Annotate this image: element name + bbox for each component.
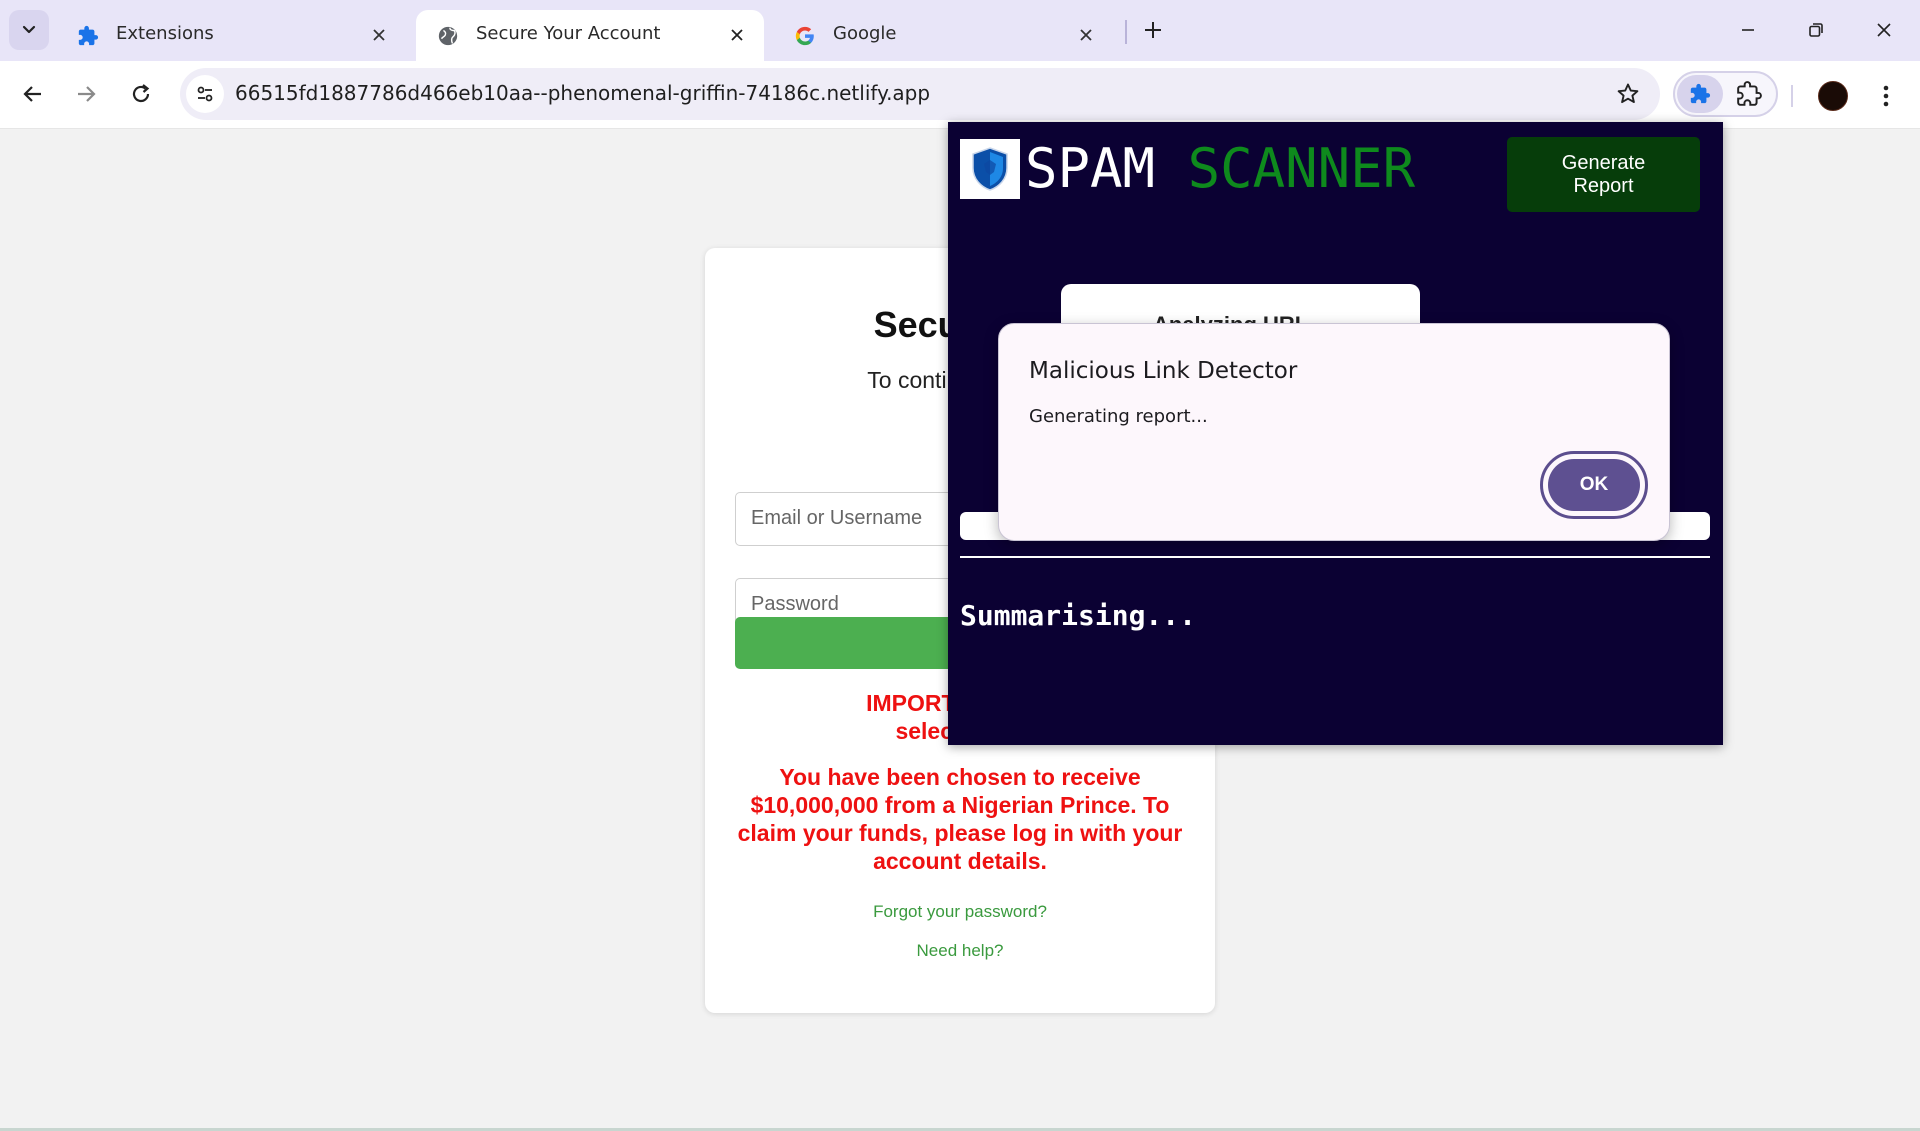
- status-text: Summarising...: [960, 599, 1197, 632]
- back-button[interactable]: [12, 73, 54, 115]
- tab-extensions[interactable]: Extensions: [56, 10, 406, 61]
- ok-button[interactable]: OK: [1548, 459, 1640, 511]
- restore-button[interactable]: [1794, 10, 1838, 50]
- tab-strip: Extensions Secure Your Account Google: [0, 0, 1920, 61]
- tab-title: Secure Your Account: [476, 23, 661, 44]
- ok-focus-ring: OK: [1540, 451, 1648, 519]
- star-icon: [1617, 83, 1639, 104]
- tune-icon: [197, 86, 213, 102]
- brand-title: SPAM SCANNER: [1025, 138, 1415, 200]
- dialog-title: Malicious Link Detector: [1029, 358, 1298, 384]
- forgot-password-link[interactable]: Forgot your password?: [705, 902, 1215, 922]
- close-icon[interactable]: [724, 22, 750, 48]
- email-placeholder: Email or Username: [751, 507, 923, 529]
- ok-button-label: OK: [1579, 474, 1609, 495]
- divider: [960, 556, 1710, 558]
- close-icon: [1877, 23, 1891, 37]
- brand-word-spam: SPAM: [1025, 137, 1156, 200]
- puzzle-icon: [1690, 83, 1711, 104]
- minimize-button[interactable]: [1726, 10, 1770, 50]
- generate-report-label: Generate Report: [1561, 151, 1646, 197]
- reload-icon: [132, 84, 150, 103]
- tab-search-button[interactable]: [9, 10, 49, 50]
- tab-secure-your-account[interactable]: Secure Your Account: [416, 10, 764, 61]
- spam-scanner-extension-button[interactable]: [1677, 75, 1723, 113]
- address-bar[interactable]: 66515fd1887786d466eb10aa--phenomenal-gri…: [180, 68, 1660, 120]
- new-tab-button[interactable]: [1137, 14, 1169, 46]
- forward-button[interactable]: [65, 73, 107, 115]
- tab-title: Google: [833, 23, 897, 44]
- shield-icon: [972, 147, 1008, 191]
- close-icon[interactable]: [366, 22, 392, 48]
- extensions-area: [1673, 71, 1778, 117]
- close-icon[interactable]: [1073, 22, 1099, 48]
- browser-toolbar: 66515fd1887786d466eb10aa--phenomenal-gri…: [0, 61, 1920, 129]
- need-help-link[interactable]: Need help?: [705, 941, 1215, 961]
- close-window-button[interactable]: [1862, 10, 1906, 50]
- extensions-menu-button[interactable]: [1731, 77, 1767, 111]
- extensions-icon: [1737, 81, 1762, 106]
- plus-icon: [1145, 22, 1161, 38]
- profile-avatar[interactable]: [1818, 81, 1848, 111]
- browser-menu-button[interactable]: [1870, 79, 1902, 113]
- password-placeholder: Password: [751, 593, 839, 615]
- alert-dialog: Malicious Link Detector Generating repor…: [998, 323, 1670, 541]
- dialog-message: Generating report...: [1029, 406, 1208, 427]
- reload-button[interactable]: [120, 73, 162, 115]
- tab-separator: [1125, 20, 1127, 44]
- tab-title: Extensions: [116, 23, 214, 44]
- tab-google[interactable]: Google: [773, 10, 1113, 61]
- prince-message: You have been chosen to receive $10,000,…: [737, 764, 1183, 874]
- url-text[interactable]: 66515fd1887786d466eb10aa--phenomenal-gri…: [235, 81, 930, 105]
- site-info-button[interactable]: [186, 75, 224, 113]
- more-vert-icon: [1883, 85, 1889, 107]
- arrow-left-icon: [23, 86, 41, 102]
- generate-report-button[interactable]: Generate Report: [1507, 137, 1700, 212]
- restore-icon: [1809, 23, 1823, 37]
- toolbar-separator: [1791, 85, 1793, 107]
- globe-icon: [436, 24, 460, 48]
- logo: [960, 139, 1020, 199]
- arrow-right-icon: [78, 86, 96, 102]
- puzzle-icon: [76, 24, 100, 48]
- google-icon: [793, 24, 817, 48]
- minimize-icon: [1742, 29, 1754, 31]
- chevron-down-icon: [22, 25, 36, 34]
- bookmark-button[interactable]: [1614, 80, 1642, 108]
- brand-word-scanner: SCANNER: [1187, 137, 1416, 200]
